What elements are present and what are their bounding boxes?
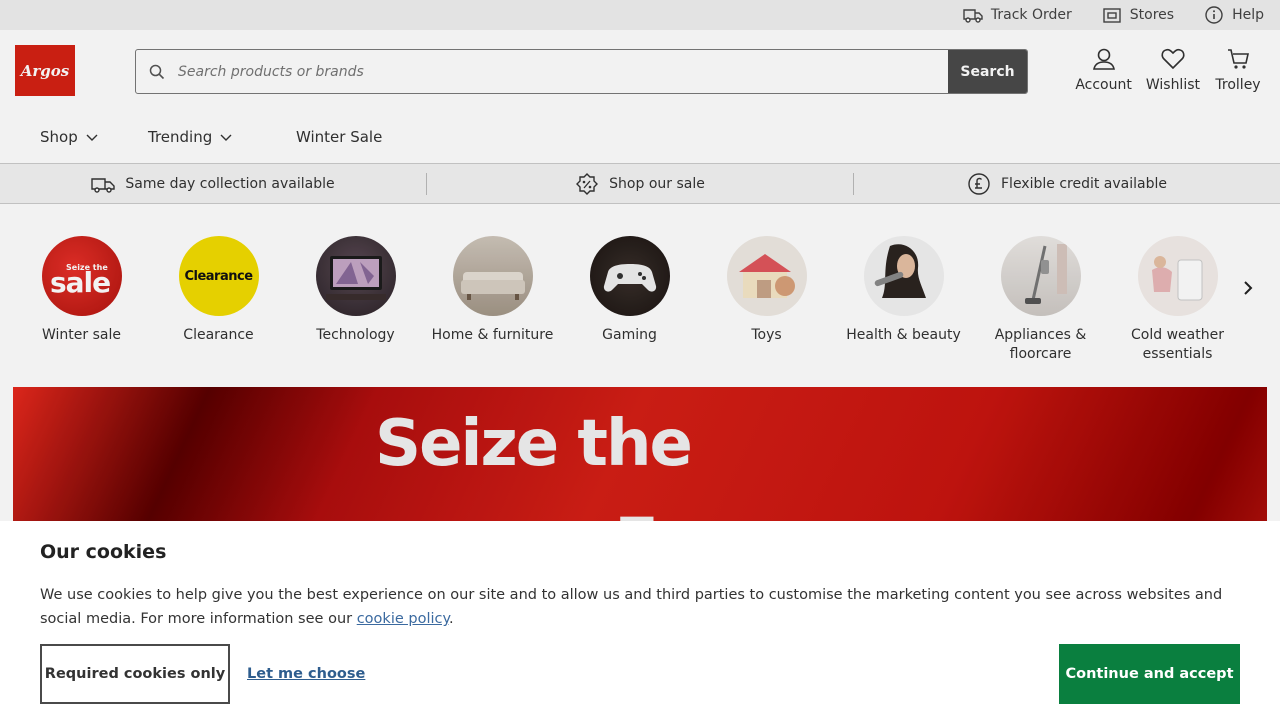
health-beauty-image xyxy=(863,236,944,316)
van-icon xyxy=(91,177,116,193)
trolley-button[interactable]: Trolley xyxy=(1214,47,1262,93)
category-winter-sale[interactable]: Seize the sale Winter sale xyxy=(13,236,150,387)
category-appliances[interactable]: Appliances & floorcare xyxy=(972,236,1109,387)
category-cold-weather[interactable]: Cold weather essentials xyxy=(1109,236,1246,387)
cold-weather-image xyxy=(1137,236,1218,316)
argos-logo[interactable]: Argos xyxy=(15,45,75,96)
header-actions: Account Wishlist Trolley xyxy=(1075,47,1262,93)
hero-title: Seize the xyxy=(375,407,693,481)
chevron-down-icon xyxy=(86,134,98,141)
usp-collection[interactable]: Same day collection available xyxy=(0,173,426,195)
clearance-image: Clearance xyxy=(178,236,259,316)
category-home-furniture[interactable]: Home & furniture xyxy=(424,236,561,387)
search-icon xyxy=(136,50,178,93)
stores-label: Stores xyxy=(1129,7,1175,23)
nav-shop[interactable]: Shop xyxy=(40,128,148,146)
track-order-label: Track Order xyxy=(990,7,1072,23)
sale-badge-icon xyxy=(576,172,599,195)
cookie-text-end: . xyxy=(449,611,454,627)
gaming-image xyxy=(589,236,670,316)
category-toys[interactable]: Toys xyxy=(698,236,835,387)
category-label: Appliances & floorcare xyxy=(994,327,1087,362)
account-button[interactable]: Account xyxy=(1075,47,1132,93)
category-label: Toys xyxy=(751,327,782,343)
continue-accept-button[interactable]: Continue and accept xyxy=(1059,644,1240,704)
home-furniture-image xyxy=(452,236,533,316)
nav-shop-label: Shop xyxy=(40,127,78,146)
usp-sale-label: Shop our sale xyxy=(609,175,705,192)
cookie-actions: Required cookies only Let me choose xyxy=(40,644,365,704)
help-label: Help xyxy=(1232,7,1264,23)
category-technology[interactable]: Technology xyxy=(287,236,424,387)
wishlist-label: Wishlist xyxy=(1145,77,1200,93)
chevron-down-icon xyxy=(220,134,232,141)
utility-bar: Track Order Stores Help xyxy=(0,0,1280,30)
usp-collection-label: Same day collection available xyxy=(125,175,335,192)
category-label: Home & furniture xyxy=(431,327,554,343)
track-order-link[interactable]: Track Order xyxy=(963,6,1072,24)
category-gaming[interactable]: Gaming xyxy=(561,236,698,387)
usp-credit[interactable]: Flexible credit available xyxy=(853,172,1280,195)
cookie-banner: Our cookies We use cookies to help give … xyxy=(0,521,1280,720)
category-carousel: Seize the sale Winter sale Clearance Clea… xyxy=(0,204,1280,387)
required-cookies-button[interactable]: Required cookies only xyxy=(40,644,230,704)
nav-trending[interactable]: Trending xyxy=(148,128,296,146)
chevron-right-icon xyxy=(1244,281,1253,295)
site-header: Argos Search Account Wishlist Trolley xyxy=(0,30,1280,110)
wishlist-button[interactable]: Wishlist xyxy=(1146,47,1200,93)
info-icon xyxy=(1205,6,1223,24)
trolley-icon xyxy=(1228,49,1249,69)
store-icon xyxy=(1103,8,1121,23)
nav-trending-label: Trending xyxy=(148,127,213,146)
category-label: Health & beauty xyxy=(846,327,961,343)
category-clearance[interactable]: Clearance Clearance xyxy=(150,236,287,387)
usp-sale[interactable]: Shop our sale xyxy=(426,172,853,195)
toys-image xyxy=(726,236,807,316)
category-label: Clearance xyxy=(183,327,254,343)
appliances-image xyxy=(1000,236,1081,316)
heart-icon xyxy=(1161,48,1185,70)
account-label: Account xyxy=(1075,77,1132,93)
trolley-label: Trolley xyxy=(1215,77,1261,93)
svg-text:sale: sale xyxy=(50,266,110,299)
truck-icon xyxy=(963,9,983,23)
category-label: Winter sale xyxy=(42,327,121,343)
cookie-policy-link[interactable]: cookie policy xyxy=(357,611,449,627)
nav-winter-sale-label: Winter Sale xyxy=(296,127,383,146)
search-bar: Search xyxy=(135,49,1028,94)
technology-image xyxy=(315,236,396,316)
clearance-image-text: Clearance xyxy=(184,268,253,284)
usp-bar: Same day collection available Shop our s… xyxy=(0,164,1280,204)
cookie-title: Our cookies xyxy=(40,541,167,563)
category-label: Gaming xyxy=(602,327,657,343)
logo-text: Argos xyxy=(20,61,70,80)
nav-winter-sale[interactable]: Winter Sale xyxy=(296,128,382,146)
search-button[interactable]: Search xyxy=(948,50,1027,93)
usp-credit-label: Flexible credit available xyxy=(1001,175,1167,192)
category-health-beauty[interactable]: Health & beauty xyxy=(835,236,972,387)
stores-link[interactable]: Stores xyxy=(1102,6,1174,24)
pound-icon xyxy=(968,172,990,195)
cookie-text: We use cookies to help give you the best… xyxy=(40,583,1250,631)
search-input[interactable] xyxy=(178,50,948,93)
winter-sale-image: Seize the sale xyxy=(41,236,122,316)
account-icon xyxy=(1092,48,1115,70)
help-link[interactable]: Help xyxy=(1204,6,1264,24)
category-label: Cold weather essentials xyxy=(1131,327,1224,362)
category-label: Technology xyxy=(316,327,395,343)
main-nav: Shop Trending Winter Sale xyxy=(0,110,1280,164)
let-me-choose-link[interactable]: Let me choose xyxy=(247,666,365,682)
cookie-body: We use cookies to help give you the best… xyxy=(40,587,1223,627)
carousel-next-button[interactable] xyxy=(1240,276,1256,300)
